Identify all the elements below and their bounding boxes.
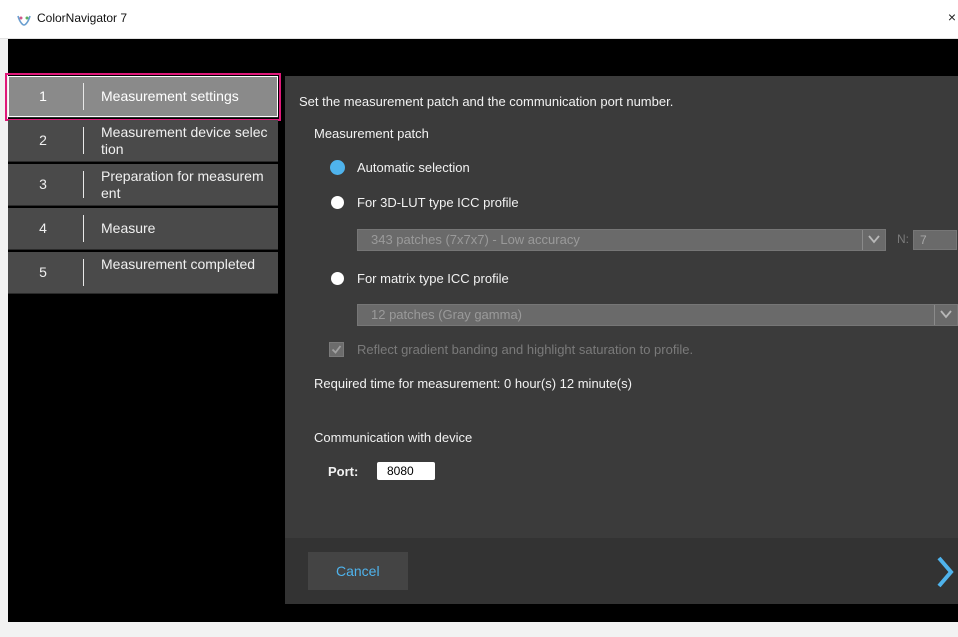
step-number: 4: [39, 220, 47, 236]
step-divider: [83, 171, 84, 198]
matrix-patch-select: 12 patches (Gray gamma): [357, 304, 958, 326]
lut-patch-select-value: 343 patches (7x7x7) - Low accuracy: [371, 232, 580, 247]
reflect-checkbox-label: Reflect gradient banding and highlight s…: [357, 342, 694, 357]
port-label: Port:: [328, 464, 359, 479]
step-label: Measure: [101, 220, 156, 236]
lut-patch-select: 343 patches (7x7x7) - Low accuracy: [357, 229, 886, 251]
footer-bar: Cancel: [285, 538, 958, 604]
chevron-down-icon: [934, 305, 957, 325]
step-label: Measurement settings: [101, 88, 239, 104]
auto-selection-label[interactable]: Automatic selection: [357, 160, 470, 175]
window-title: ColorNavigator 7: [37, 11, 128, 25]
communication-heading: Communication with device: [314, 430, 473, 445]
step-divider: [83, 215, 84, 242]
title-bar: ColorNavigator 7 ×: [0, 0, 958, 39]
app-window: ColorNavigator 7 × 1 Measurement setting…: [0, 0, 958, 637]
lut3d-profile-radio[interactable]: [331, 196, 344, 209]
step-label: Preparation for measurement: [101, 168, 264, 201]
auto-selection-radio[interactable]: [331, 161, 344, 174]
panel-description: Set the measurement patch and the commun…: [299, 94, 674, 109]
chevron-down-icon: [862, 230, 885, 250]
settings-panel: Set the measurement patch and the commun…: [285, 76, 958, 538]
reflect-checkbox: [329, 342, 344, 357]
step-label: Measurement completed: [101, 256, 256, 272]
port-input[interactable]: 8080: [377, 462, 435, 480]
step-measurement-settings[interactable]: 1 Measurement settings: [5, 73, 281, 121]
step-measurement-completed[interactable]: 5 Measurement completed: [8, 252, 278, 294]
required-time-text: Required time for measurement: 0 hour(s)…: [314, 376, 632, 391]
step-divider: [83, 83, 84, 110]
colornavigator-icon: [17, 13, 31, 26]
step-preparation-for-measurement[interactable]: 3 Preparation for measurement: [8, 164, 278, 206]
client-area: 1 Measurement settings 2 Measurement dev…: [5, 39, 958, 622]
step-measure[interactable]: 4 Measure: [8, 208, 278, 250]
n-value-field: 7: [913, 230, 957, 250]
step-number: 1: [39, 88, 47, 104]
step-measurement-device-selection[interactable]: 2 Measurement device selection: [8, 120, 278, 162]
matrix-profile-radio[interactable]: [331, 272, 344, 285]
step-label: Measurement device selection: [101, 124, 268, 157]
cancel-button[interactable]: Cancel: [308, 552, 408, 590]
patch-heading: Measurement patch: [314, 126, 429, 141]
step-number: 2: [39, 132, 47, 148]
n-label: N:: [897, 232, 909, 246]
chevron-right-icon[interactable]: [932, 554, 958, 590]
step-divider: [83, 259, 84, 286]
step-number: 3: [39, 176, 47, 192]
step-divider: [83, 127, 84, 154]
lut3d-profile-label[interactable]: For 3D-LUT type ICC profile: [357, 195, 519, 210]
close-icon[interactable]: ×: [948, 9, 956, 25]
matrix-patch-select-value: 12 patches (Gray gamma): [371, 307, 523, 322]
step-number: 5: [39, 264, 47, 280]
matrix-profile-label[interactable]: For matrix type ICC profile: [357, 271, 509, 286]
